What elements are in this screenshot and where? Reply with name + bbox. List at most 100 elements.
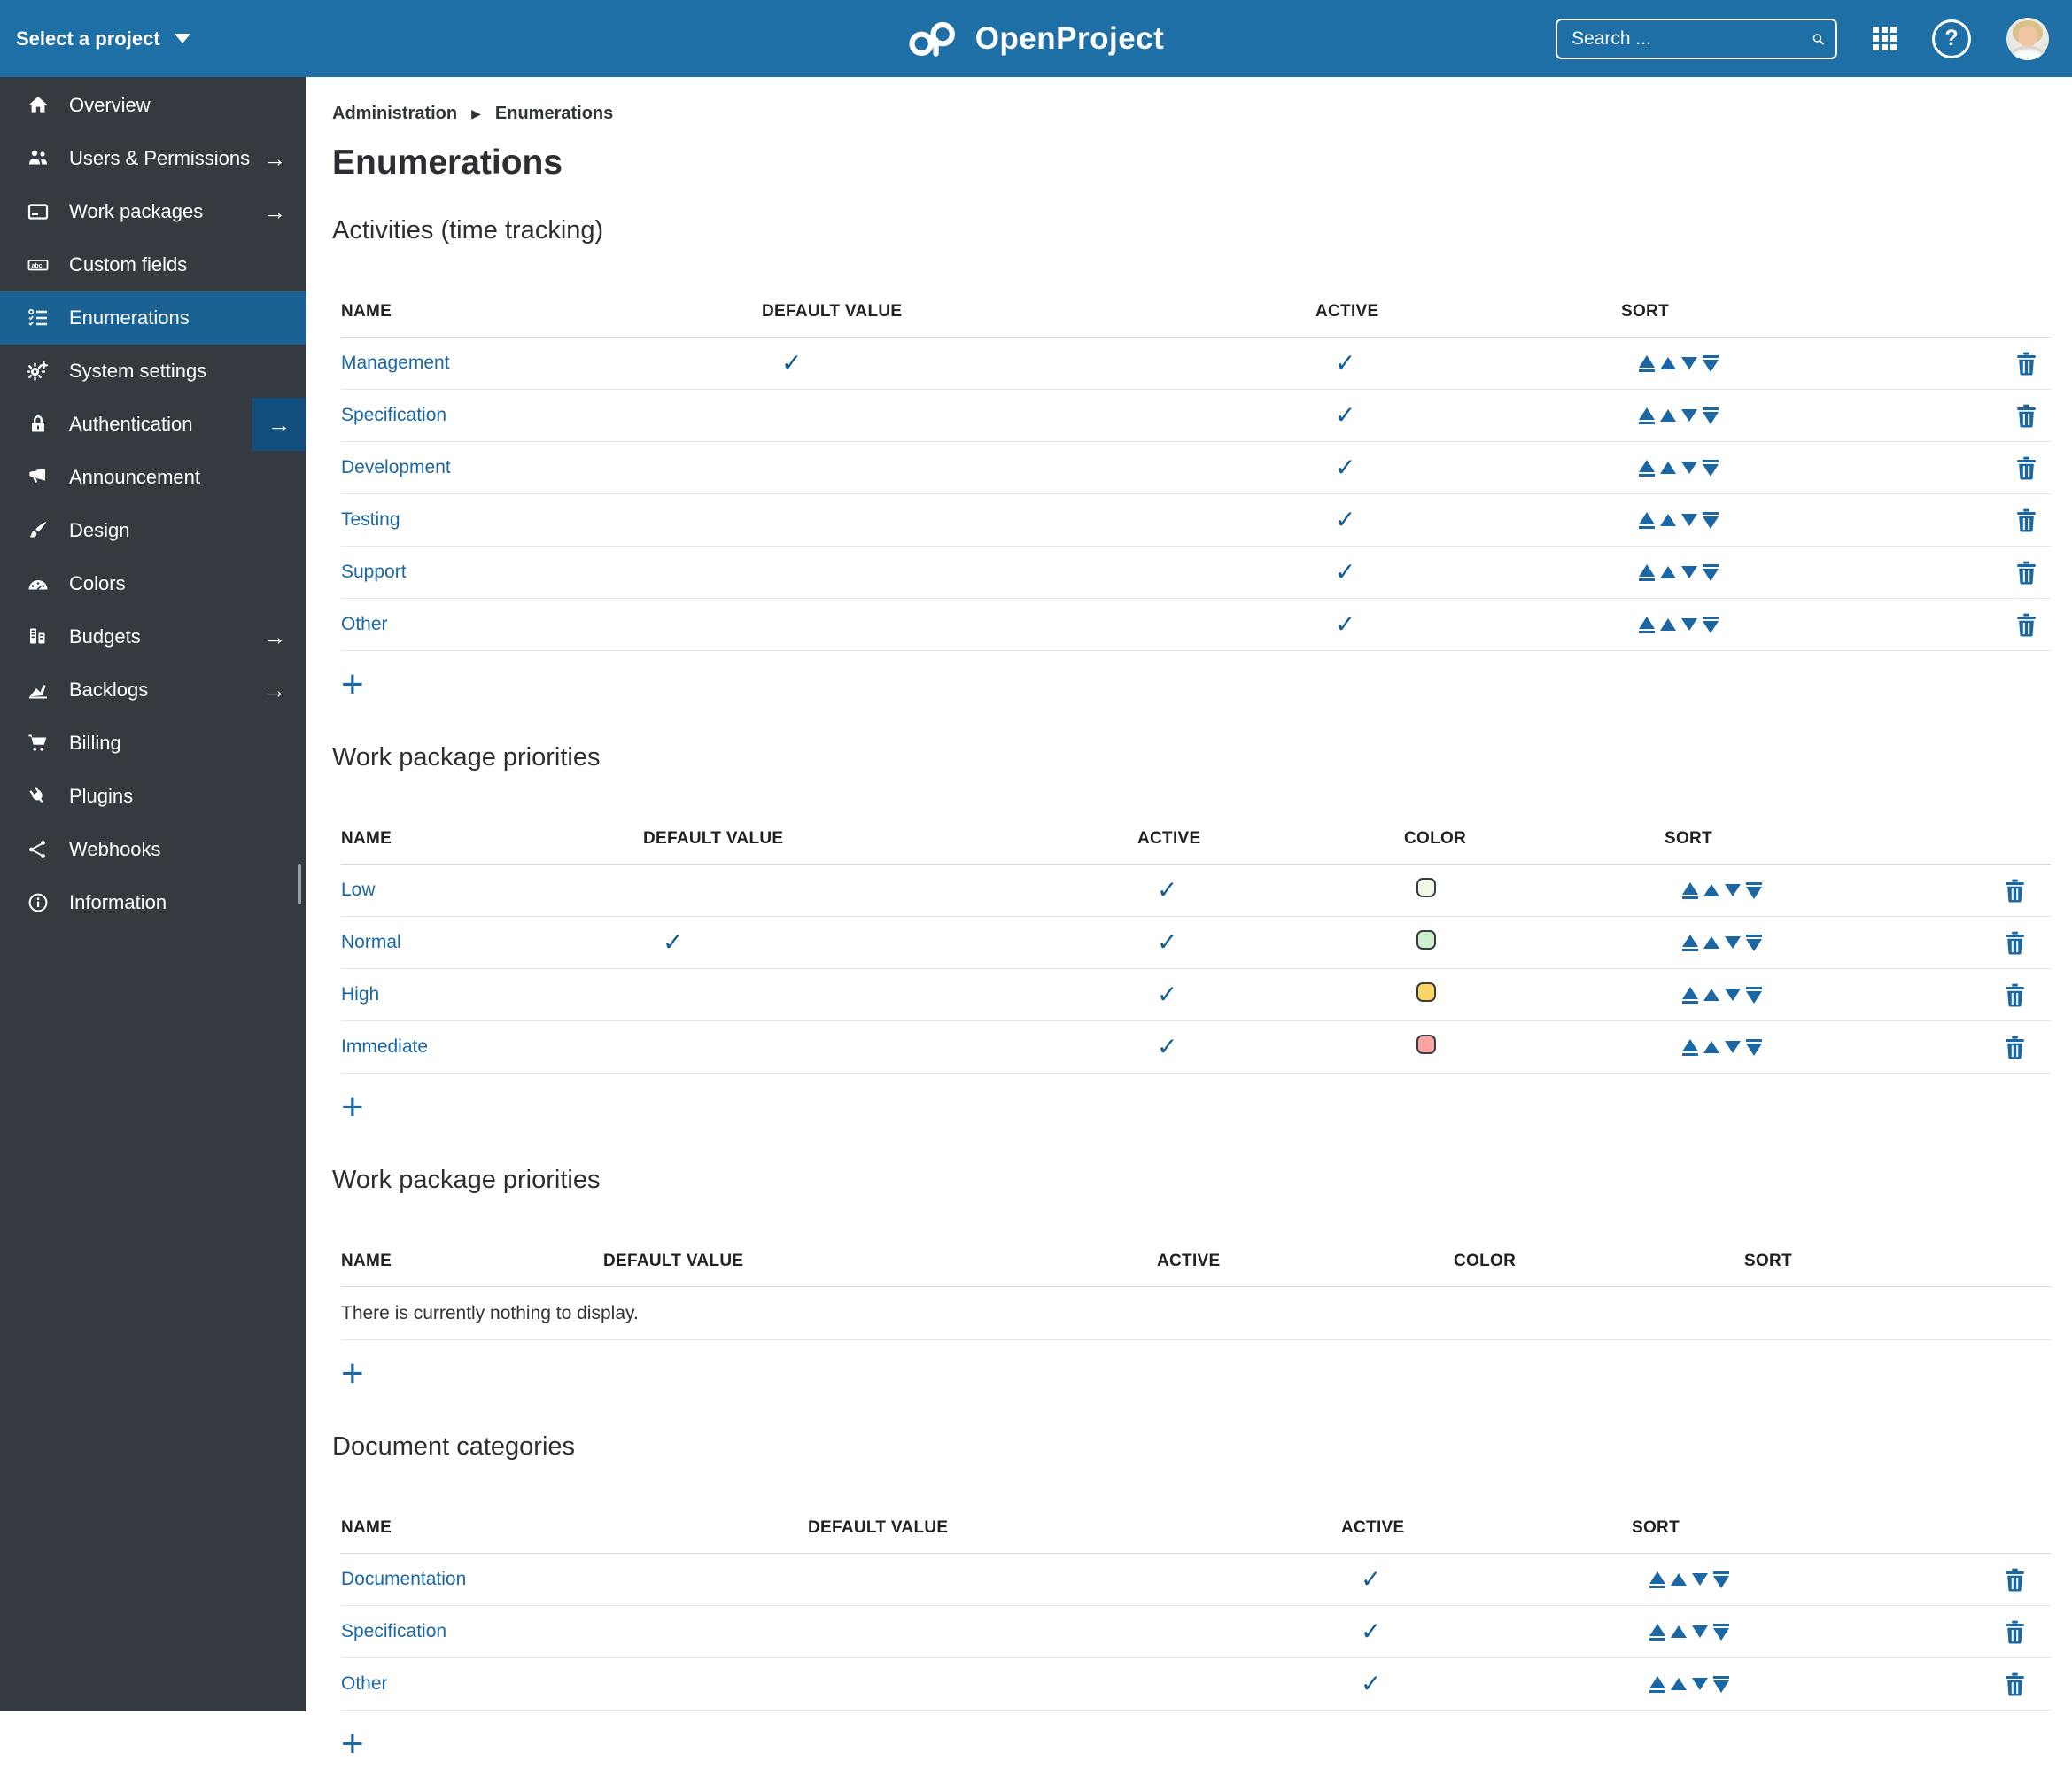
sort-down-button[interactable]	[1692, 1678, 1708, 1690]
sort-bottom-button[interactable]	[1703, 459, 1719, 477]
sort-up-button[interactable]	[1671, 1573, 1687, 1586]
help-button[interactable]: ?	[1932, 19, 1971, 58]
sort-bottom-button[interactable]	[1713, 1675, 1729, 1693]
sort-bottom-button[interactable]	[1703, 616, 1719, 633]
sort-bottom-button[interactable]	[1713, 1571, 1729, 1588]
sort-up-button[interactable]	[1703, 936, 1719, 949]
sort-top-button[interactable]	[1639, 354, 1655, 372]
sort-top-button[interactable]	[1639, 459, 1655, 477]
delete-button[interactable]	[2004, 983, 2026, 1007]
sort-bottom-button[interactable]	[1703, 563, 1719, 581]
sort-top-button[interactable]	[1639, 563, 1655, 581]
delete-button[interactable]	[2015, 404, 2037, 428]
sort-up-button[interactable]	[1703, 884, 1719, 896]
enumeration-name-link[interactable]: Low	[341, 880, 376, 900]
sidebar-item-plugins[interactable]: Plugins	[0, 770, 306, 823]
sort-down-button[interactable]	[1725, 1041, 1741, 1053]
sidebar-item-system-settings[interactable]: System settings	[0, 345, 306, 398]
sidebar-item-webhooks[interactable]: Webhooks	[0, 823, 306, 876]
delete-button[interactable]	[2015, 508, 2037, 532]
delete-button[interactable]	[2004, 931, 2026, 955]
enumeration-name-link[interactable]: Other	[341, 1673, 388, 1694]
expand-arrow-icon[interactable]: →	[252, 398, 306, 451]
delete-button[interactable]	[2015, 352, 2037, 376]
sort-down-button[interactable]	[1681, 357, 1697, 369]
search-input[interactable]	[1571, 27, 1812, 50]
sort-bottom-button[interactable]	[1703, 354, 1719, 372]
breadcrumb-administration[interactable]: Administration	[332, 104, 457, 124]
enumeration-name-link[interactable]: Management	[341, 353, 450, 373]
sidebar-item-authentication[interactable]: Authentication →	[0, 398, 306, 451]
sidebar-item-overview[interactable]: Overview	[0, 79, 306, 132]
apps-grid-icon[interactable]	[1873, 27, 1897, 50]
enumeration-name-link[interactable]: Normal	[341, 932, 401, 952]
sort-up-button[interactable]	[1660, 514, 1676, 526]
add-enumeration-button[interactable]: +	[341, 1082, 364, 1132]
sort-top-button[interactable]	[1639, 616, 1655, 633]
sort-top-button[interactable]	[1649, 1623, 1665, 1641]
sidebar-item-custom-fields[interactable]: abc Custom fields	[0, 238, 306, 291]
delete-button[interactable]	[2004, 1620, 2026, 1644]
sort-up-button[interactable]	[1660, 409, 1676, 422]
sort-down-button[interactable]	[1681, 618, 1697, 631]
sidebar-item-enumerations[interactable]: Enumerations	[0, 291, 306, 345]
expand-arrow-icon[interactable]: →	[263, 200, 286, 223]
sort-up-button[interactable]	[1660, 618, 1676, 631]
enumeration-name-link[interactable]: Specification	[341, 405, 446, 425]
enumeration-name-link[interactable]: Testing	[341, 509, 400, 530]
sidebar-item-users-permissions[interactable]: Users & Permissions →	[0, 132, 306, 185]
sort-top-button[interactable]	[1649, 1675, 1665, 1693]
sort-top-button[interactable]	[1682, 881, 1698, 899]
enumeration-name-link[interactable]: Other	[341, 614, 388, 634]
sort-bottom-button[interactable]	[1703, 407, 1719, 424]
expand-arrow-icon[interactable]: →	[263, 679, 286, 702]
sidebar-scrollbar[interactable]	[298, 864, 301, 904]
openproject-logo[interactable]: OpenProject	[908, 0, 1165, 77]
sort-up-button[interactable]	[1671, 1678, 1687, 1690]
sort-bottom-button[interactable]	[1746, 881, 1762, 899]
sidebar-item-backlogs[interactable]: Backlogs →	[0, 663, 306, 717]
enumeration-name-link[interactable]: Support	[341, 562, 407, 582]
sidebar-item-billing[interactable]: Billing	[0, 717, 306, 770]
sort-up-button[interactable]	[1703, 1041, 1719, 1053]
enumeration-name-link[interactable]: Development	[341, 457, 451, 477]
sort-top-button[interactable]	[1682, 1038, 1698, 1056]
sort-down-button[interactable]	[1681, 462, 1697, 474]
sort-down-button[interactable]	[1681, 514, 1697, 526]
sort-up-button[interactable]	[1703, 989, 1719, 1001]
sort-bottom-button[interactable]	[1746, 986, 1762, 1004]
sort-bottom-button[interactable]	[1703, 511, 1719, 529]
search-icon[interactable]	[1812, 27, 1825, 51]
sort-down-button[interactable]	[1725, 884, 1741, 896]
sort-bottom-button[interactable]	[1713, 1623, 1729, 1641]
delete-button[interactable]	[2004, 1568, 2026, 1592]
enumeration-name-link[interactable]: High	[341, 984, 379, 1005]
delete-button[interactable]	[2004, 1036, 2026, 1059]
sort-down-button[interactable]	[1692, 1573, 1708, 1586]
sidebar-item-colors[interactable]: Colors	[0, 557, 306, 610]
sort-down-button[interactable]	[1681, 566, 1697, 578]
expand-arrow-icon[interactable]: →	[263, 147, 286, 170]
sort-up-button[interactable]	[1660, 462, 1676, 474]
enumeration-name-link[interactable]: Documentation	[341, 1569, 466, 1589]
sort-down-button[interactable]	[1725, 936, 1741, 949]
project-selector-button[interactable]: Select a project	[0, 0, 206, 77]
sort-bottom-button[interactable]	[1746, 934, 1762, 951]
sidebar-item-budgets[interactable]: Budgets →	[0, 610, 306, 663]
expand-arrow-icon[interactable]: →	[263, 625, 286, 648]
delete-button[interactable]	[2004, 879, 2026, 903]
sort-down-button[interactable]	[1692, 1625, 1708, 1638]
sort-top-button[interactable]	[1682, 986, 1698, 1004]
delete-button[interactable]	[2015, 613, 2037, 637]
sidebar-item-information[interactable]: Information	[0, 876, 306, 929]
user-avatar[interactable]	[2006, 17, 2049, 60]
sort-top-button[interactable]	[1649, 1571, 1665, 1588]
sort-up-button[interactable]	[1660, 357, 1676, 369]
sidebar-item-work-packages[interactable]: Work packages →	[0, 185, 306, 238]
delete-button[interactable]	[2015, 456, 2037, 480]
sort-top-button[interactable]	[1639, 407, 1655, 424]
sidebar-item-announcement[interactable]: Announcement	[0, 451, 306, 504]
sort-up-button[interactable]	[1660, 566, 1676, 578]
delete-button[interactable]	[2004, 1672, 2026, 1696]
enumeration-name-link[interactable]: Immediate	[341, 1036, 428, 1057]
